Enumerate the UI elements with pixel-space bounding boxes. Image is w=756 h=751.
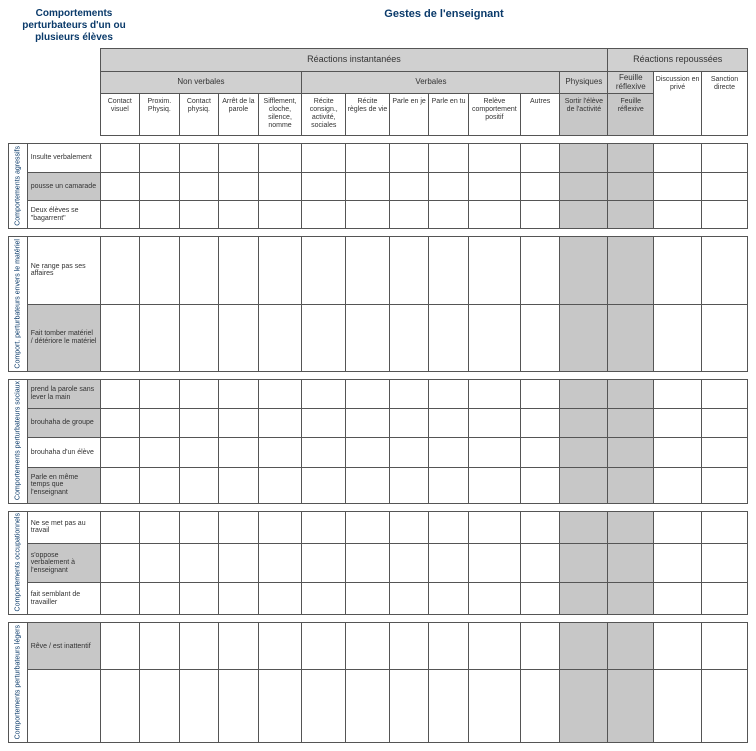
col-c13: Feuille réflexive (608, 94, 654, 136)
g3r4-label: Parle en même temps que l'enseignant (27, 467, 100, 503)
col-sanction: Sanction directe (702, 71, 748, 136)
group5-label: Comportements perturbateurs légers (9, 623, 28, 742)
col-c9: Parle en tu (429, 94, 469, 136)
col-c7: Récite règles de vie (346, 94, 390, 136)
col-c5: Sifflement, cloche, silence, nomme (258, 94, 302, 136)
g5r1-label: Rêve / est inattentif (27, 623, 100, 670)
g3r2-label: brouhaha de groupe (27, 409, 100, 438)
g2r1-label: Ne range pas ses affaires (27, 237, 100, 304)
row-g4r3: fait semblant de travailler (9, 583, 748, 615)
col-discussion: Discussion en privé (654, 71, 702, 136)
col-c4: Arrêt de la parole (219, 94, 259, 136)
col-c10: Relève comportement positif (468, 94, 520, 136)
row-g1r1: Comportements agressifs Insulte verbalem… (9, 144, 748, 172)
title-left: Comportements perturbateurs d'un ou plus… (8, 8, 140, 44)
observation-grid: Réactions instantanées Réactions repouss… (8, 48, 748, 743)
row-g3r3: brouhaha d'un élève (9, 438, 748, 467)
group2-label: Comport. perturbateurs envers le matérie… (9, 237, 28, 372)
g2r2-label: Fait tomber matériel / détériore le maté… (27, 304, 100, 371)
col-c11: Autres (520, 94, 560, 136)
row-g5-empty (9, 670, 748, 742)
hdr-reflex: Feuille réflexive (608, 71, 654, 94)
col-c6: Récite consign., activité, sociales (302, 94, 346, 136)
g3r3-label: brouhaha d'un élève (27, 438, 100, 467)
row-g3r1: Comportements perturbateurs sociaux pren… (9, 379, 748, 408)
hdr-instant: Réactions instantanées (100, 49, 608, 72)
row-g3r4: Parle en même temps que l'enseignant (9, 467, 748, 503)
g4r2-label: s'oppose verbalement à l'enseignant (27, 543, 100, 582)
hdr-delayed: Réactions repoussées (608, 49, 748, 72)
g1r1-label: Insulte verbalement (27, 144, 100, 172)
col-c8: Parle en je (389, 94, 429, 136)
row-g3r2: brouhaha de groupe (9, 409, 748, 438)
row-g4r1: Comportements occupationnels Ne se met p… (9, 511, 748, 543)
g1r2-label: pousse un camarade (27, 172, 100, 200)
title-bar: Comportements perturbateurs d'un ou plus… (8, 8, 748, 44)
header-row-3: Contact visuel Proxim. Physiq. Contact p… (9, 94, 748, 136)
g3r1-label: prend la parole sans lever la main (27, 379, 100, 408)
hdr-verbal: Verbales (302, 71, 560, 94)
group1-label: Comportements agressifs (9, 144, 28, 229)
group4-label: Comportements occupationnels (9, 511, 28, 614)
g4r3-label: fait semblant de travailler (27, 583, 100, 615)
row-g4r2: s'oppose verbalement à l'enseignant (9, 543, 748, 582)
col-c12: Sortir l'élève de l'activité (560, 94, 608, 136)
hdr-phys: Physiques (560, 71, 608, 94)
g1r3-label: Deux élèves se "bagarrent" (27, 200, 100, 228)
g4r1-label: Ne se met pas au travail (27, 511, 100, 543)
row-g2r1: Comport. perturbateurs envers le matérie… (9, 237, 748, 304)
title-main: Gestes de l'enseignant (140, 8, 748, 44)
col-c3: Contact physiq. (179, 94, 219, 136)
row-g2r2: Fait tomber matériel / détériore le maté… (9, 304, 748, 371)
row-g5r1: Comportements perturbateurs légers Rêve … (9, 623, 748, 670)
header-row-1: Réactions instantanées Réactions repouss… (9, 49, 748, 72)
col-c1: Contact visuel (100, 94, 140, 136)
group3-label: Comportements perturbateurs sociaux (9, 379, 28, 503)
row-g1r2: pousse un camarade (9, 172, 748, 200)
row-g1r3: Deux élèves se "bagarrent" (9, 200, 748, 228)
header-row-2: Non verbales Verbales Physiques Feuille … (9, 71, 748, 94)
hdr-nonverbal: Non verbales (100, 71, 302, 94)
col-c2: Proxim. Physiq. (140, 94, 180, 136)
